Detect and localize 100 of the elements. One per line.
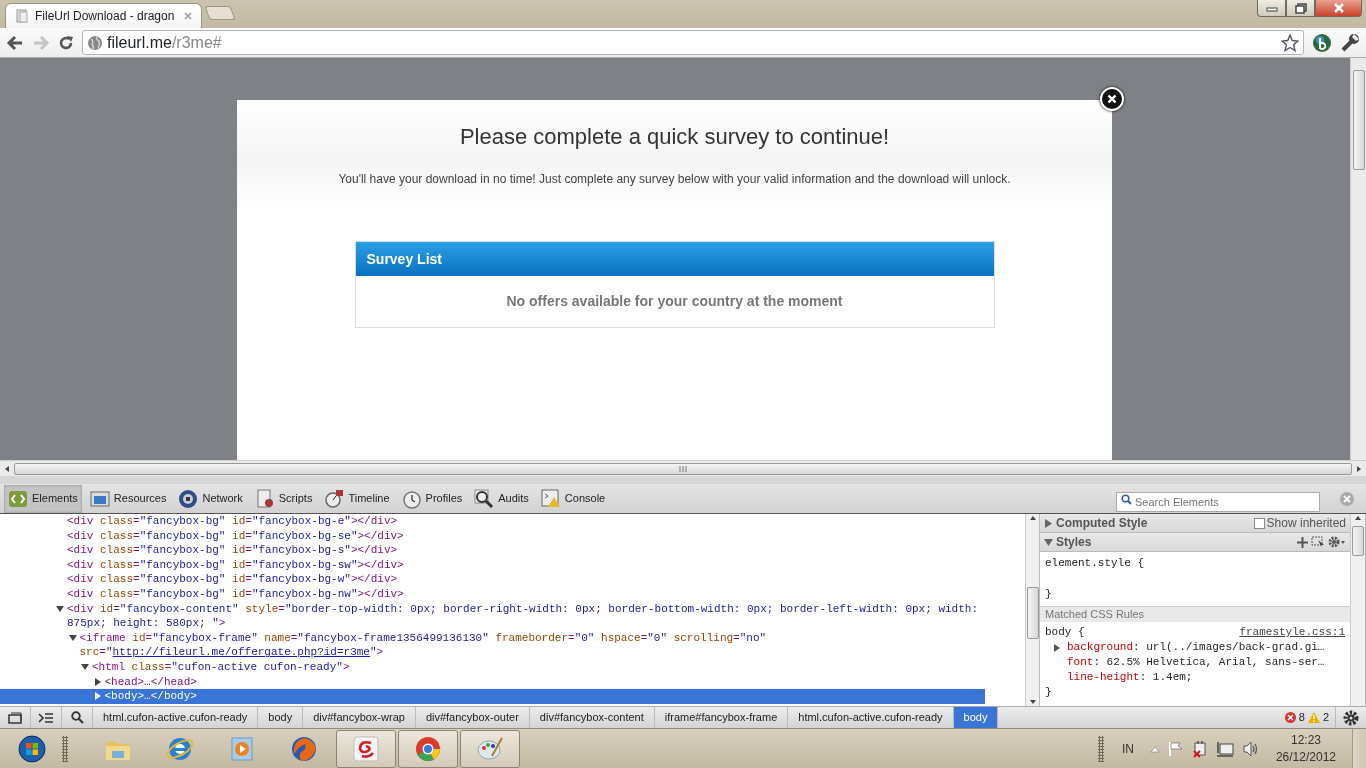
stopwatch-icon bbox=[324, 488, 345, 509]
dom-node-line[interactable]: <div id="fancybox-content" style="border-top-width: 0px; border-right-width: 0px; border-bottom-width: 0px; border-left-width: 0px; width: 875px; height: 580px; "> bbox=[0, 601, 985, 631]
devtools-tab[interactable]: Timeline bbox=[320, 484, 394, 513]
code-icon bbox=[8, 488, 28, 509]
browser-tab[interactable]: FileUrl Download - dragon bbox=[5, 3, 202, 28]
vertical-scrollbar[interactable] bbox=[1350, 58, 1366, 460]
close-button[interactable] bbox=[1100, 87, 1124, 111]
network-icon bbox=[178, 488, 199, 509]
power-plug-icon[interactable] bbox=[1191, 739, 1208, 758]
clock-icon bbox=[401, 488, 422, 509]
devtools-tab[interactable]: Scripts bbox=[250, 484, 317, 513]
css-rule-brace: } bbox=[1045, 685, 1053, 700]
page-icon bbox=[16, 9, 28, 23]
url-path: /r3me# bbox=[171, 33, 222, 51]
swirl-icon bbox=[351, 733, 381, 764]
error-count[interactable]: 8 bbox=[1298, 709, 1305, 726]
dom-node-line[interactable]: <div class="fancybox-bg" id="fancybox-bg-s"></div> bbox=[0, 543, 985, 558]
dom-node-line[interactable]: <div class="fancybox-bg" id="fancybox-bg-sw"></div> bbox=[0, 557, 985, 573]
reload-icon[interactable] bbox=[58, 34, 74, 51]
dom-node-line[interactable]: <html class="cufon-active cufon-ready"> bbox=[0, 659, 985, 675]
warning-count[interactable]: 2 bbox=[1322, 709, 1329, 726]
minimize-icon bbox=[1265, 4, 1278, 12]
clock-time[interactable]: 12:23 bbox=[1290, 731, 1321, 749]
section-header[interactable]: Styles bbox=[1040, 533, 1350, 552]
wrench-icon[interactable] bbox=[1340, 32, 1360, 53]
dom-node-line[interactable]: <div class="fancybox-bg" id="fancybox-bg-se"></div> bbox=[0, 528, 985, 544]
devtools-tab[interactable]: Audits bbox=[470, 484, 533, 513]
taskbar-button[interactable] bbox=[460, 729, 520, 768]
collapse-arrow-icon[interactable] bbox=[81, 663, 89, 672]
devtools-tab[interactable]: Network bbox=[174, 484, 247, 513]
section-subheader: Matched CSS Rules bbox=[1040, 606, 1350, 622]
expand-icon[interactable] bbox=[1053, 644, 1061, 652]
grip-icon bbox=[679, 465, 687, 472]
devtools-tab[interactable]: Resources bbox=[85, 484, 171, 513]
restore-button[interactable] bbox=[1286, 0, 1315, 17]
plus-icon[interactable] bbox=[1297, 536, 1308, 548]
globe-icon bbox=[87, 34, 103, 51]
settings-icon[interactable] bbox=[1328, 536, 1346, 548]
console-icon bbox=[540, 488, 561, 509]
close-icon[interactable] bbox=[183, 11, 193, 21]
section-header[interactable]: Computed Style Show inherited bbox=[1040, 514, 1350, 533]
scroll-left-icon bbox=[3, 464, 11, 473]
chevron-up-icon[interactable] bbox=[1149, 744, 1160, 753]
collapse-arrow-icon[interactable] bbox=[68, 633, 77, 642]
breadcrumb[interactable]: body bbox=[953, 706, 999, 729]
scrollbar-thumb[interactable] bbox=[1026, 587, 1039, 639]
resource-link[interactable]: http://fileurl.me/offergate.php?id=r3me bbox=[112, 646, 370, 659]
back-icon[interactable] bbox=[6, 34, 24, 51]
section-title: Styles bbox=[1056, 534, 1092, 551]
vertical-scrollbar[interactable] bbox=[1350, 514, 1366, 706]
globe-extension-icon[interactable] bbox=[1312, 32, 1332, 53]
clock-date[interactable]: 26/12/2012 bbox=[1275, 748, 1336, 766]
scrollbar-thumb[interactable] bbox=[1352, 526, 1364, 556]
dom-node-line[interactable]: <iframe id="fancybox-frame" name="fancybox-frame1356499136130" frameborder="0" hspace="0" scrolling="no" src="http://fileurl.me/offergate.php?id=r3me"> bbox=[0, 630, 985, 660]
devtools-tab[interactable]: Elements bbox=[4, 484, 82, 513]
search-icon[interactable] bbox=[70, 711, 84, 724]
star-icon[interactable] bbox=[1281, 33, 1299, 52]
vertical-scrollbar[interactable] bbox=[1025, 514, 1040, 706]
devtools-tab[interactable]: Profiles bbox=[397, 484, 467, 513]
window-close-button[interactable] bbox=[1315, 0, 1362, 17]
address-bar[interactable]: fileurl.me/r3me# bbox=[82, 30, 1304, 55]
css-rule-selector: body { bbox=[1045, 625, 1085, 640]
restore-icon bbox=[1294, 2, 1307, 14]
dialog-title: Please complete a quick survey to continue! bbox=[458, 123, 891, 151]
horizontal-scrollbar[interactable] bbox=[0, 460, 1366, 476]
console-prompt-icon[interactable] bbox=[38, 711, 54, 724]
taskbar-button[interactable] bbox=[336, 729, 396, 768]
css-property[interactable]: background: url(../images/back-grad.gi… bbox=[1045, 640, 1345, 655]
taskbar-button[interactable] bbox=[398, 729, 458, 768]
url-host: fileurl.me bbox=[107, 33, 172, 51]
dom-node-line[interactable]: <head>…</head> bbox=[0, 674, 985, 690]
collapse-arrow-icon[interactable] bbox=[56, 604, 64, 613]
select-element-icon[interactable] bbox=[1311, 536, 1325, 548]
source-link[interactable]: framestyle.css:1 bbox=[1239, 625, 1345, 640]
speaker-icon[interactable] bbox=[1241, 740, 1260, 757]
close-icon bbox=[1332, 3, 1345, 13]
css-property[interactable]: font: 62.5% Helvetica, Arial, sans-ser… bbox=[1045, 655, 1345, 670]
settings-icon[interactable] bbox=[1343, 709, 1359, 726]
script-icon bbox=[254, 488, 275, 509]
search-field[interactable]: Search Elements bbox=[1116, 491, 1320, 512]
scroll-right-icon bbox=[1355, 464, 1363, 473]
devtools-tab[interactable]: Console bbox=[536, 484, 610, 513]
css-rule-selector: element.style { bbox=[1045, 556, 1146, 571]
scrollbar-thumb[interactable] bbox=[1352, 70, 1365, 170]
css-property[interactable]: line-height: 1.4em; bbox=[1045, 670, 1345, 685]
magnifier-icon bbox=[474, 488, 495, 509]
language-indicator[interactable]: IN bbox=[1121, 739, 1134, 758]
dock-icon[interactable] bbox=[8, 711, 22, 724]
network-icon[interactable] bbox=[1215, 740, 1234, 757]
dom-node-line[interactable]: <div class="fancybox-bg" id="fancybox-bg-w"></div> bbox=[0, 572, 985, 587]
flag-icon[interactable] bbox=[1167, 740, 1184, 757]
show-inherited-checkbox[interactable]: Show inherited bbox=[1253, 514, 1346, 532]
section-title: Computed Style bbox=[1056, 515, 1148, 532]
collapse-icon bbox=[1044, 537, 1053, 547]
dom-node-line[interactable]: <div class="fancybox-bg" id="fancybox-bg-e"></div> bbox=[0, 514, 985, 529]
empty-message: No offers available for your country at the moment bbox=[505, 292, 844, 311]
dom-node-line[interactable]: <div class="fancybox-bg" id="fancybox-bg-nw"></div> bbox=[0, 586, 985, 602]
close-icon bbox=[1107, 94, 1117, 104]
minimize-button[interactable] bbox=[1257, 0, 1286, 17]
start-button[interactable] bbox=[18, 734, 46, 763]
